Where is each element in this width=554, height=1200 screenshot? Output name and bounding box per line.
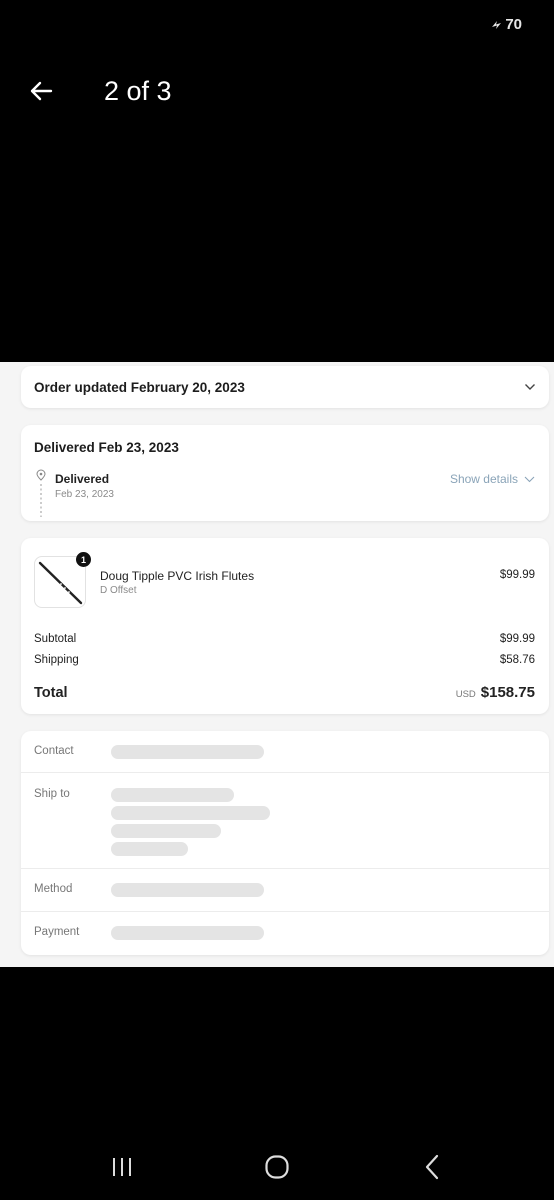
contact-placeholder bbox=[111, 745, 264, 759]
shipping-value: $58.76 bbox=[499, 654, 535, 666]
delivery-status: Delivered bbox=[55, 472, 110, 486]
ship-to-label: Ship to bbox=[34, 788, 70, 800]
address-placeholder bbox=[111, 842, 188, 856]
shipping-label: Shipping bbox=[34, 654, 79, 666]
contact-label: Contact bbox=[34, 745, 74, 757]
total-value: $158.75 bbox=[480, 684, 535, 701]
delivery-card: Delivered Feb 23, 2023 Delivered Feb 23,… bbox=[21, 425, 549, 521]
delivery-title: Delivered Feb 23, 2023 bbox=[34, 440, 179, 455]
home-icon bbox=[265, 1155, 289, 1179]
method-row: Method bbox=[21, 869, 549, 912]
currency-code: USD bbox=[455, 689, 476, 700]
customer-info-card: Contact Ship to Method Payment bbox=[21, 731, 549, 955]
address-placeholder bbox=[111, 806, 270, 820]
viewer-header: 2 of 3 bbox=[28, 70, 554, 112]
delivery-date: Feb 23, 2023 bbox=[55, 489, 114, 500]
method-label: Method bbox=[34, 883, 73, 895]
image-counter: 2 of 3 bbox=[104, 75, 172, 106]
back-button[interactable] bbox=[28, 78, 54, 104]
system-back-button[interactable] bbox=[414, 1153, 450, 1181]
total-label: Total bbox=[34, 685, 68, 701]
address-placeholder bbox=[111, 824, 221, 838]
order-updated-card[interactable]: Order updated February 20, 2023 bbox=[21, 366, 549, 408]
chevron-down-icon bbox=[525, 384, 535, 390]
order-summary-card: 1 Doug Tipple PVC Irish Flutes D Offset … bbox=[21, 538, 549, 714]
payment-placeholder bbox=[111, 926, 264, 940]
order-updated-title: Order updated February 20, 2023 bbox=[34, 379, 245, 395]
recent-apps-button[interactable] bbox=[104, 1153, 140, 1181]
navigation-bar bbox=[0, 1145, 554, 1189]
status-bar: 70 bbox=[491, 16, 522, 33]
quantity-badge: 1 bbox=[76, 552, 91, 567]
home-button[interactable] bbox=[259, 1153, 295, 1181]
ship-to-row: Ship to bbox=[21, 773, 549, 869]
show-details-link[interactable]: Show details bbox=[450, 472, 535, 486]
shipping-row: Shipping $58.76 bbox=[34, 654, 535, 666]
show-details-label: Show details bbox=[449, 472, 518, 486]
battery-level: 70 bbox=[505, 16, 522, 33]
chevron-down-icon bbox=[524, 476, 535, 482]
method-placeholder bbox=[111, 883, 264, 897]
total-value-group: USD $158.75 bbox=[456, 684, 535, 701]
payment-row: Payment bbox=[21, 912, 549, 955]
total-row: Total USD $158.75 bbox=[34, 684, 535, 701]
location-pin-icon bbox=[36, 469, 46, 517]
charging-icon bbox=[492, 20, 502, 29]
address-placeholder bbox=[111, 788, 234, 802]
product-price: $99.99 bbox=[499, 569, 535, 581]
recent-apps-icon bbox=[113, 1158, 131, 1176]
product-variant: D Offset bbox=[100, 585, 137, 596]
product-name: Doug Tipple PVC Irish Flutes bbox=[100, 569, 255, 583]
contact-row: Contact bbox=[21, 731, 549, 773]
back-arrow-icon bbox=[30, 81, 53, 101]
subtotal-value: $99.99 bbox=[499, 633, 535, 645]
subtotal-label: Subtotal bbox=[34, 633, 77, 645]
payment-label: Payment bbox=[34, 926, 80, 938]
screenshot-viewer: Order updated February 20, 2023 Delivere… bbox=[0, 362, 554, 967]
subtotal-row: Subtotal $99.99 bbox=[34, 633, 535, 645]
back-icon bbox=[425, 1154, 439, 1180]
